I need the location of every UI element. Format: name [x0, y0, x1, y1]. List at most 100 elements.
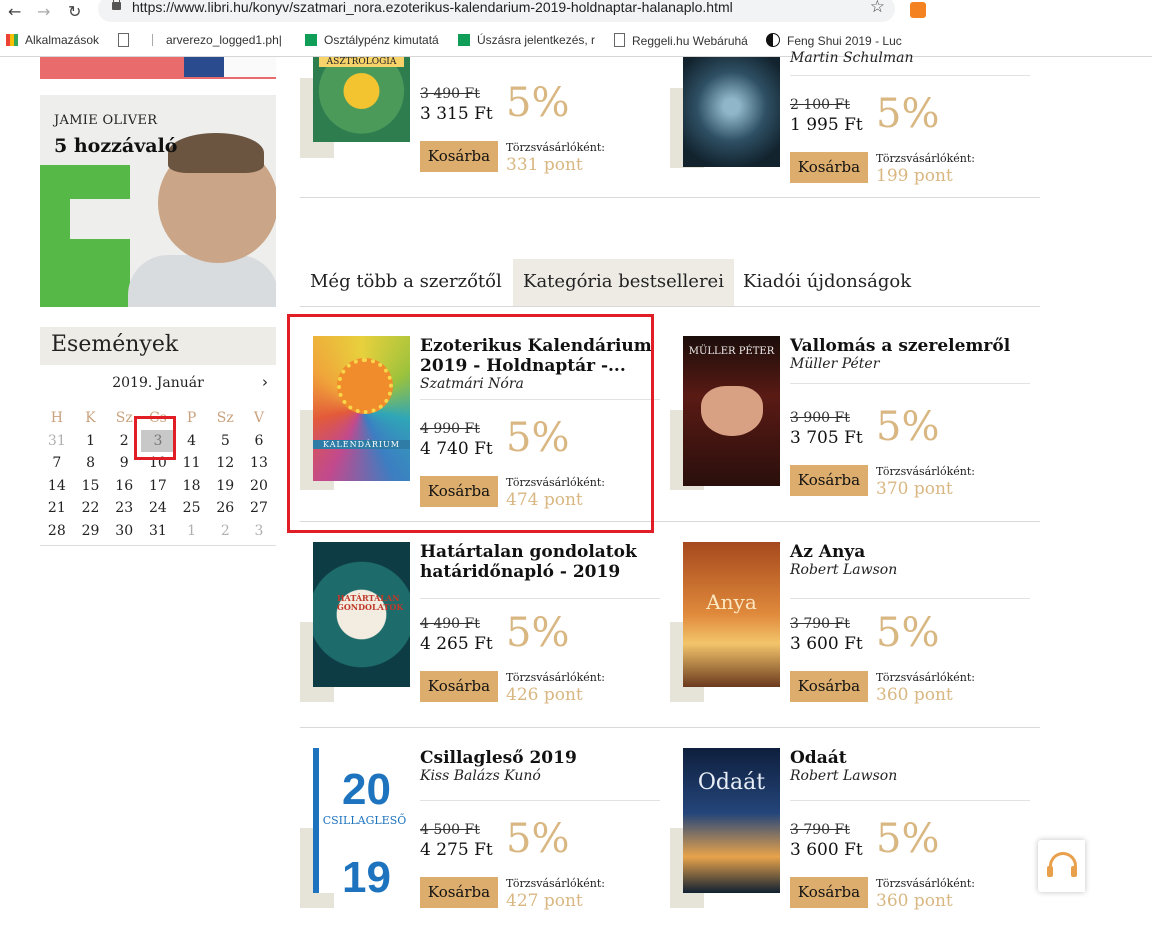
bookmark-item[interactable] — [118, 33, 136, 48]
price: 4 265 Ft — [420, 634, 493, 654]
calendar-day[interactable]: 12 — [208, 452, 242, 475]
product-card: Odaát Odaát Robert Lawson 3 790 Ft 3 600… — [670, 748, 1030, 943]
tab-publisher-new-releases[interactable]: Kiadói újdonságok — [733, 259, 921, 306]
calendar-day[interactable]: 26 — [208, 497, 242, 520]
book-title[interactable]: Határtalan gondolatok határidőnapló - 20… — [420, 542, 660, 582]
calendar-day[interactable]: 17 — [141, 475, 175, 498]
calendar-day[interactable]: 13 — [242, 452, 276, 475]
add-to-cart-button[interactable]: Kosárba — [790, 877, 868, 908]
old-price: 3 490 Ft — [420, 86, 480, 102]
cover-title: Odaát — [697, 770, 766, 795]
calendar-day[interactable]: 6 — [242, 430, 276, 453]
calendar-day[interactable]: 28 — [40, 520, 74, 543]
calendar-day[interactable]: 27 — [242, 497, 276, 520]
headset-ear-left — [1047, 866, 1053, 877]
calendar-day[interactable]: 1 — [74, 430, 108, 453]
book-title[interactable]: Odaát — [790, 748, 1030, 768]
calendar-day[interactable]: 22 — [74, 497, 108, 520]
calendar-day[interactable]: 31 — [40, 430, 74, 453]
section-divider — [300, 197, 1040, 198]
calendar-day[interactable]: 14 — [40, 475, 74, 498]
headset-ear-right — [1071, 866, 1077, 877]
events-title: Események — [51, 332, 179, 357]
loyalty-points: 199 pont — [876, 166, 953, 186]
book-cover[interactable]: Anya — [683, 542, 780, 687]
calendar-day[interactable]: 25 — [175, 497, 209, 520]
calendar-day[interactable]: 19 — [208, 475, 242, 498]
calendar-day[interactable]: 29 — [74, 520, 108, 543]
back-icon[interactable]: ← — [8, 2, 21, 21]
book-cover[interactable]: 20 19 CSILLAGLESŐ — [313, 748, 410, 893]
loyalty-points: 360 pont — [876, 891, 953, 911]
loyalty-label: Törzsvásárlóként: — [876, 465, 975, 478]
calendar-day[interactable]: 4 — [175, 430, 209, 453]
product-card: 20 19 CSILLAGLESŐ Csillagleső 2019 Kiss B… — [300, 748, 660, 943]
card-divider — [790, 75, 1030, 76]
add-to-cart-button[interactable]: Kosárba — [420, 671, 498, 702]
calendar-day[interactable]: 8 — [74, 452, 108, 475]
calendar-day[interactable]: 21 — [40, 497, 74, 520]
add-to-cart-button[interactable]: Kosárba — [790, 671, 868, 702]
discount: 5% — [876, 91, 940, 137]
calendar-day[interactable]: 23 — [107, 497, 141, 520]
calendar-day[interactable]: 15 — [74, 475, 108, 498]
calendar-day[interactable]: 20 — [242, 475, 276, 498]
loyalty-label: Törzsvásárlóként: — [506, 141, 605, 154]
calendar-day[interactable]: 11 — [175, 452, 209, 475]
old-price: 4 500 Ft — [420, 822, 480, 838]
add-to-cart-button[interactable]: Kosárba — [790, 152, 868, 183]
book-cover[interactable] — [683, 57, 780, 167]
calendar-day[interactable]: 7 — [40, 452, 74, 475]
price: 3 600 Ft — [790, 840, 863, 860]
book-cover[interactable]: MÜLLER PÉTER — [683, 336, 780, 486]
jamie-oliver-banner[interactable]: JAMIE OLIVER 5 hozzávaló — [40, 95, 276, 307]
cover-hands — [701, 386, 763, 436]
book-title[interactable]: Csillagleső 2019 — [420, 748, 660, 768]
add-to-cart-button[interactable]: Kosárba — [420, 141, 498, 172]
book-title[interactable]: Az Anya — [790, 542, 1030, 562]
discount: 5% — [876, 610, 940, 656]
calendar-day[interactable]: 18 — [175, 475, 209, 498]
loyalty-points: 427 pont — [506, 891, 583, 911]
bookmark-label: arverezo_logged1.ph| — [166, 33, 282, 47]
card-divider — [420, 800, 660, 801]
calendar-day[interactable]: 1 — [175, 520, 209, 543]
bookmark-item[interactable]: arverezo_logged1.ph| — [152, 33, 282, 47]
book-author[interactable]: Kiss Balázs Kunó — [420, 768, 541, 784]
book-author[interactable]: Müller Péter — [790, 356, 879, 372]
book-title[interactable]: Vallomás a szerelemről — [790, 336, 1030, 356]
book-cover[interactable]: HATÁRTALAN GONDOLATOK — [313, 542, 410, 687]
banner-person-body — [128, 255, 276, 307]
support-chat-button[interactable] — [1038, 840, 1085, 892]
cover-title: HATÁRTALAN GONDOLATOK — [337, 593, 404, 612]
calendar-day[interactable]: 2 — [208, 520, 242, 543]
calendar-day[interactable]: 5 — [208, 430, 242, 453]
card-divider — [790, 383, 1030, 384]
calendar-day[interactable]: 24 — [141, 497, 175, 520]
calendar-day[interactable]: 30 — [107, 520, 141, 543]
calendar-day[interactable]: 3 — [242, 520, 276, 543]
forward-icon[interactable]: → — [37, 2, 50, 21]
card-divider — [790, 598, 1030, 599]
cover-title: Anya — [706, 590, 757, 614]
reload-icon[interactable]: ↻ — [68, 2, 81, 21]
calendar-next-icon[interactable]: › — [262, 373, 268, 391]
weekday-label: P — [186, 410, 197, 426]
loyalty-points: 331 pont — [506, 155, 583, 175]
book-author[interactable]: Robert Lawson — [790, 768, 897, 784]
calendar-day[interactable]: 16 — [107, 475, 141, 498]
tab-category-bestsellers[interactable]: Kategória bestsellerei — [513, 259, 734, 306]
tab-more-from-author[interactable]: Még több a szerzőtől — [300, 259, 512, 306]
book-cover[interactable]: Odaát — [683, 748, 780, 893]
loyalty-label: Törzsvásárlóként: — [876, 671, 975, 684]
cover-2019: 20 19 — [342, 765, 391, 894]
add-to-cart-button[interactable]: Kosárba — [420, 877, 498, 908]
calendar-day[interactable]: 31 — [141, 520, 175, 543]
page-icon — [118, 33, 129, 47]
add-to-cart-button[interactable]: Kosárba — [790, 465, 868, 496]
book-cover[interactable]: ASZTROLÓGIA — [313, 57, 410, 142]
bookmark-apps[interactable]: Alkalmazások — [6, 33, 99, 47]
price: 3 315 Ft — [420, 104, 493, 124]
sidebar-banner-top[interactable] — [40, 57, 276, 79]
book-author[interactable]: Robert Lawson — [790, 562, 897, 578]
